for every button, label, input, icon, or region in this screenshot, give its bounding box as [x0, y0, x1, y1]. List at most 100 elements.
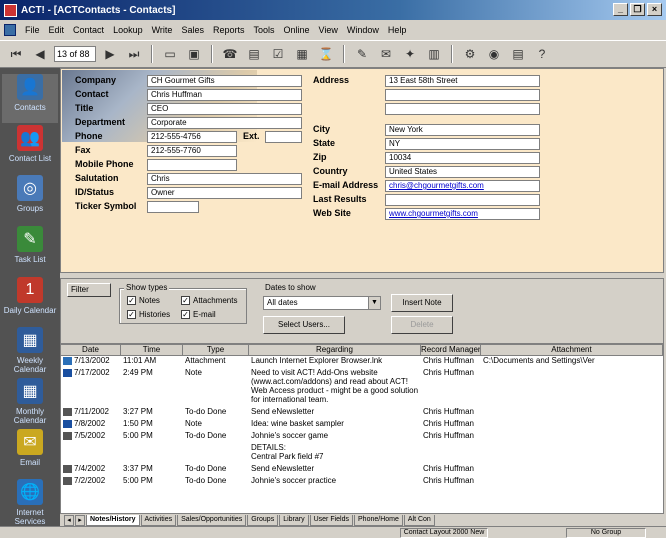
previous-record-icon[interactable]: ◀	[30, 44, 50, 64]
col-time[interactable]: Time	[121, 345, 183, 355]
tab-notes-history[interactable]: Notes/History	[86, 515, 140, 526]
histories-checkbox[interactable]: ✓ Histories	[127, 310, 170, 319]
menu-sales[interactable]: Sales	[181, 25, 204, 35]
nav-item-groups[interactable]: ◎ Groups	[2, 175, 58, 224]
nav-item-daily-calendar[interactable]: 1 Daily Calendar	[2, 276, 58, 326]
menu-window[interactable]: Window	[347, 25, 379, 35]
write-letter-icon[interactable]: ✎	[352, 44, 372, 64]
calendar-icon[interactable]: ▦	[292, 44, 312, 64]
group-status[interactable]: No Group	[566, 528, 646, 538]
web-icon[interactable]: ◉	[484, 44, 504, 64]
chevron-down-icon[interactable]: ▼	[368, 297, 380, 309]
close-button[interactable]: ×	[647, 3, 662, 16]
lookup-icon[interactable]: ✦	[400, 44, 420, 64]
attachments-checkbox[interactable]: ✓ Attachments	[181, 296, 237, 305]
mobile-phone-field[interactable]	[147, 159, 237, 171]
filter-button[interactable]: Filter	[67, 283, 111, 297]
new-contact-icon[interactable]: ▭	[160, 44, 180, 64]
dates-select[interactable]: All dates ▼	[263, 296, 381, 310]
report-icon[interactable]: ▤	[508, 44, 528, 64]
tab-scroll-left-icon[interactable]: ◂	[64, 515, 74, 526]
fax-field[interactable]: 212-555-7760	[147, 145, 237, 157]
nav-item-internet-services[interactable]: 🌐 Internet Services	[2, 479, 58, 528]
tab-phone-home[interactable]: Phone/Home	[354, 515, 403, 526]
tab-alt-con[interactable]: Alt Con	[403, 515, 435, 526]
tab-sales-opportunities[interactable]: Sales/Opportunities	[177, 515, 247, 526]
restore-button[interactable]: ❐	[630, 3, 645, 16]
tab-groups[interactable]: Groups	[247, 515, 279, 526]
table-row[interactable]: 7/8/2002 1:50 PM Note Idea: wine basket sam…	[61, 419, 663, 428]
tab-library[interactable]: Library	[279, 515, 309, 526]
email-checkbox[interactable]: ✓ E-mail	[181, 310, 216, 319]
last-results-field[interactable]	[385, 194, 540, 206]
menu-help[interactable]: Help	[388, 25, 407, 35]
schedule-meeting-icon[interactable]: ▤	[244, 44, 264, 64]
nav-item-task-list[interactable]: ✎ Task List	[2, 226, 58, 275]
state-field[interactable]: NY	[385, 138, 540, 150]
history-icon[interactable]: ⌛	[316, 44, 336, 64]
table-row[interactable]: 7/5/2002 5:00 PM To-do Done Johnie's soccer…	[61, 431, 663, 440]
table-row[interactable]: 7/17/2002 2:49 PM Note Need to visit ACT! A…	[61, 368, 663, 404]
first-record-icon[interactable]: ⏮	[6, 44, 26, 64]
table-row[interactable]: DETAILS: Central Park field #7	[61, 443, 663, 461]
address-line2-field[interactable]	[385, 89, 540, 101]
nav-item-weekly-calendar[interactable]: ▦ Weekly Calendar	[2, 327, 58, 376]
help-icon[interactable]: ?	[532, 44, 552, 64]
nav-item-contacts[interactable]: 👤 Contacts	[2, 74, 58, 123]
ticker-symbol-field[interactable]	[147, 201, 199, 213]
tab-activities[interactable]: Activities	[140, 515, 177, 526]
menu-edit[interactable]: Edit	[49, 25, 65, 35]
address-line3-field[interactable]	[385, 103, 540, 115]
zip-field[interactable]: 10034	[385, 152, 540, 164]
delete-button[interactable]: Delete	[391, 316, 453, 334]
menu-view[interactable]: View	[319, 25, 338, 35]
attach-icon[interactable]: ⚙	[460, 44, 480, 64]
layout-status[interactable]: Contact Layout 2000 New	[400, 528, 488, 538]
web-site-field[interactable]: www.chgourmetgifts.com	[385, 208, 540, 220]
menu-reports[interactable]: Reports	[213, 25, 245, 35]
menu-contact[interactable]: Contact	[73, 25, 104, 35]
address-line1-field[interactable]: 13 East 58th Street	[385, 75, 540, 87]
insert-note-button[interactable]: Insert Note	[391, 294, 453, 312]
select-users-button[interactable]: Select Users...	[263, 316, 345, 334]
company-field[interactable]: CH Gourmet Gifts	[147, 75, 302, 87]
table-row[interactable]: 7/11/2002 3:27 PM To-do Done Send eNewslett…	[61, 407, 663, 416]
email-field[interactable]: chris@chgourmetgifts.com	[385, 180, 540, 192]
save-icon[interactable]: ▣	[184, 44, 204, 64]
contact-field[interactable]: Chris Huffman	[147, 89, 302, 101]
col-type[interactable]: Type	[183, 345, 249, 355]
menu-write[interactable]: Write	[152, 25, 173, 35]
table-row[interactable]: 7/13/2002 11:01 AM Attachment Launch Intern…	[61, 356, 663, 365]
next-record-icon[interactable]: ▶	[100, 44, 120, 64]
menu-file[interactable]: File	[25, 25, 40, 35]
nav-item-monthly-calendar[interactable]: ▦ Monthly Calendar	[2, 378, 58, 427]
salutation-field[interactable]: Chris	[147, 173, 302, 185]
title-field[interactable]: CEO	[147, 103, 302, 115]
record-counter[interactable]: 13 of 88	[54, 46, 96, 62]
country-field[interactable]: United States	[385, 166, 540, 178]
city-field[interactable]: New York	[385, 124, 540, 136]
table-row[interactable]: 7/4/2002 3:37 PM To-do Done Send eNewslette…	[61, 464, 663, 473]
schedule-call-icon[interactable]: ☎	[220, 44, 240, 64]
col-record-manager[interactable]: Record Manager	[421, 345, 481, 355]
table-row[interactable]: 7/2/2002 5:00 PM To-do Done Johnie's soccer…	[61, 476, 663, 485]
minimize-button[interactable]: _	[613, 3, 628, 16]
col-regarding[interactable]: Regarding	[249, 345, 421, 355]
send-email-icon[interactable]: ✉	[376, 44, 396, 64]
schedule-todo-icon[interactable]: ☑	[268, 44, 288, 64]
ext-field[interactable]	[265, 131, 302, 143]
menu-lookup[interactable]: Lookup	[113, 25, 143, 35]
notes-checkbox[interactable]: ✓ Notes	[127, 296, 160, 305]
col-date[interactable]: Date	[61, 345, 121, 355]
nav-item-contact-list[interactable]: 👥 Contact List	[2, 124, 58, 174]
tab-scroll-right-icon[interactable]: ▸	[75, 515, 85, 526]
col-attachment[interactable]: Attachment	[481, 345, 663, 355]
department-field[interactable]: Corporate	[147, 117, 302, 129]
id-status-field[interactable]: Owner	[147, 187, 302, 199]
menu-online[interactable]: Online	[283, 25, 309, 35]
last-record-icon[interactable]: ⏭	[124, 44, 144, 64]
chart-icon[interactable]: ▥	[424, 44, 444, 64]
phone-field[interactable]: 212-555-4756	[147, 131, 237, 143]
menu-tools[interactable]: Tools	[253, 25, 274, 35]
nav-item-email[interactable]: ✉ Email	[2, 428, 58, 478]
